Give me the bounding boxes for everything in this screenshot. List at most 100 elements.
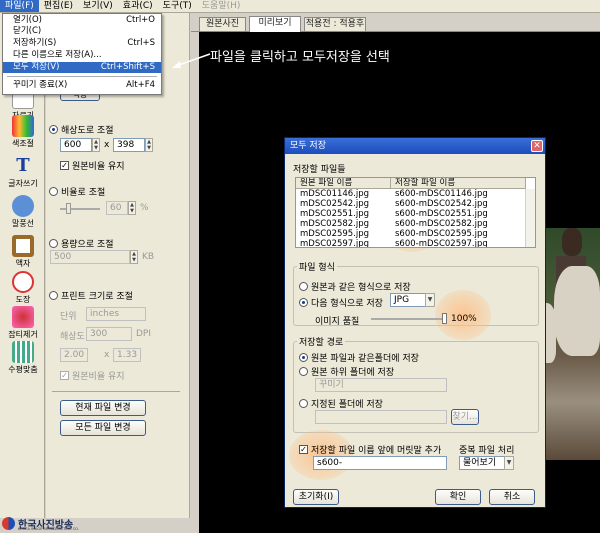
tool-text[interactable]: T 글자쓰기 xyxy=(4,153,42,193)
keep-ratio-option[interactable]: ✓ 원본비율 유지 xyxy=(60,159,125,172)
menubar: 파일(F) 편집(E) 보기(V) 효과(C) 도구(T) 도움말(H) xyxy=(0,0,600,13)
close-icon[interactable]: ✕ xyxy=(531,140,543,152)
file-original-name[interactable]: mDSC02542.jpg xyxy=(300,200,369,209)
tool-balloon[interactable]: 말풍선 xyxy=(4,193,42,233)
sub-folder-input[interactable]: 꾸미기 xyxy=(315,378,447,392)
capacity-radio[interactable] xyxy=(49,239,58,248)
sub-folder-radio[interactable] xyxy=(299,367,308,376)
file-list[interactable]: 원본 파일 이름 저장할 파일 이름 mDSC01146.jpg s600-mDS… xyxy=(295,177,536,248)
menu-edit[interactable]: 편집(E) xyxy=(39,0,78,12)
column-header-original[interactable]: 원본 파일 이름 xyxy=(296,178,391,189)
prefix-option[interactable]: ✓ 저장할 파일 이름 앞에 머릿말 추가 xyxy=(299,443,441,456)
tool-frame[interactable]: 액자 xyxy=(4,233,42,273)
width-spinner[interactable]: ▲ ▼ xyxy=(92,138,100,152)
height-input[interactable]: 398 xyxy=(113,138,145,152)
tab-preview[interactable]: 미리보기 xyxy=(249,16,301,32)
other-format-radio[interactable] xyxy=(299,298,308,307)
print-radio[interactable] xyxy=(49,291,58,300)
percent-unit: % xyxy=(140,203,149,213)
tool-level[interactable]: 수평맞춤 xyxy=(4,339,42,379)
ratio-input[interactable]: 60 xyxy=(106,201,128,215)
same-format-option[interactable]: 원본과 같은 형식으로 저장 xyxy=(299,280,411,293)
chevron-down-icon[interactable]: ▼ xyxy=(425,293,435,307)
callout-arrow-icon xyxy=(172,53,211,68)
print-width-input[interactable]: 2.00 xyxy=(60,348,88,362)
tab-before-after[interactable]: 적용전 : 적용후 xyxy=(304,17,366,31)
file-saved-name[interactable]: s600-mDSC02542.jpg xyxy=(395,200,488,209)
menu-file[interactable]: 파일(F) xyxy=(0,0,39,12)
prefix-input[interactable]: s600- xyxy=(313,456,447,470)
file-saved-name[interactable]: s600-mDSC02582.jpg xyxy=(395,220,488,229)
menu-item-save[interactable]: 저장하기(S) Ctrl+S xyxy=(3,38,161,49)
chosen-folder-option[interactable]: 지정된 폴더에 저장 xyxy=(299,397,383,410)
tool-stamp[interactable]: 도장 xyxy=(4,269,42,309)
width-input[interactable]: 600 xyxy=(60,138,92,152)
sub-folder-option[interactable]: 원본 하위 폴더에 저장 xyxy=(299,365,394,378)
chosen-folder-input[interactable] xyxy=(315,410,447,424)
duplicate-select[interactable]: 물어보기 xyxy=(459,456,507,470)
keep-ratio-checkbox[interactable]: ✓ xyxy=(60,161,69,170)
height-spinner[interactable]: ▲ ▼ xyxy=(145,138,153,152)
prefix-checkbox[interactable]: ✓ xyxy=(299,445,308,454)
reset-button[interactable]: 초기화(I) xyxy=(293,489,339,505)
cancel-button[interactable]: 취소 xyxy=(489,489,535,505)
file-original-name[interactable]: mDSC02595.jpg xyxy=(300,230,369,239)
file-original-name[interactable]: mDSC02582.jpg xyxy=(300,220,369,229)
ratio-radio[interactable] xyxy=(49,187,58,196)
format-select[interactable]: JPG xyxy=(390,293,428,307)
quality-label: 이미지 품질 xyxy=(315,317,360,327)
same-folder-option[interactable]: 원본 파일과 같은폴더에 저장 xyxy=(299,351,419,364)
tool-blemish[interactable]: 잡티제거 xyxy=(4,304,42,344)
ratio-spinner[interactable]: ▲ ▼ xyxy=(128,201,136,215)
file-original-name[interactable]: mDSC02597.jpg xyxy=(300,240,369,248)
menu-item-save-as[interactable]: 다른 이름으로 저장(A)... xyxy=(3,50,161,61)
tab-original[interactable]: 원본사진 xyxy=(199,17,246,31)
file-saved-name[interactable]: s600-mDSC02551.jpg xyxy=(395,210,488,219)
resolution-radio[interactable] xyxy=(49,125,58,134)
print-height-input[interactable]: 1.33 xyxy=(113,348,141,362)
same-format-radio[interactable] xyxy=(299,282,308,291)
file-saved-name[interactable]: s600-mDSC02595.jpg xyxy=(395,230,488,239)
menu-item-close[interactable]: 닫기(C) xyxy=(3,26,161,37)
dpi-select[interactable]: 300 xyxy=(86,327,132,341)
print-option[interactable]: 프린트 크기로 조절 xyxy=(49,289,133,302)
column-header-saved[interactable]: 저장할 파일 이름 xyxy=(391,178,526,189)
chosen-folder-radio[interactable] xyxy=(299,399,308,408)
change-all-files-button[interactable]: 모든 파일 변경 xyxy=(60,420,146,436)
browse-button[interactable]: 찾기... xyxy=(451,409,479,425)
same-folder-radio[interactable] xyxy=(299,353,308,362)
ratio-slider-thumb[interactable] xyxy=(66,203,71,214)
capacity-option[interactable]: 용량으로 조절 xyxy=(49,237,114,250)
unit-select[interactable]: inches xyxy=(86,307,146,321)
other-format-option[interactable]: 다음 형식으로 저장 xyxy=(299,296,383,309)
ratio-option[interactable]: 비율로 조절 xyxy=(49,185,105,198)
menu-item-exit[interactable]: 꾸미기 종료(X) Alt+F4 xyxy=(3,80,161,91)
chevron-down-icon[interactable]: ▼ xyxy=(504,456,514,470)
resolution-option[interactable]: 해상도로 조절 xyxy=(49,123,114,136)
ok-button[interactable]: 확인 xyxy=(435,489,481,505)
file-original-name[interactable]: mDSC01146.jpg xyxy=(300,190,369,199)
dialog-title: 모두 저장 xyxy=(285,138,545,154)
file-list-scrollbar[interactable] xyxy=(525,189,535,247)
capacity-spinner[interactable]: ▲ ▼ xyxy=(130,250,138,264)
tool-color[interactable]: 색조절 xyxy=(4,113,42,153)
menu-help[interactable]: 도움말(H) xyxy=(197,0,246,12)
tool-label: 말풍선 xyxy=(11,219,35,228)
file-saved-name[interactable]: s600-mDSC02597.jpg xyxy=(395,240,488,248)
tool-label: 액자 xyxy=(15,259,31,268)
menu-tools[interactable]: 도구(T) xyxy=(158,0,197,12)
menu-item-open[interactable]: 열기(O) Ctrl+O xyxy=(3,15,161,26)
menu-view[interactable]: 보기(V) xyxy=(78,0,118,12)
menu-effects[interactable]: 효과(C) xyxy=(118,0,158,12)
save-all-dialog: 모두 저장 ✕ 저장할 파일들 원본 파일 이름 저장할 파일 이름 mDSC0… xyxy=(284,137,546,508)
quality-slider-thumb[interactable] xyxy=(442,313,447,324)
change-current-file-button[interactable]: 현재 파일 변경 xyxy=(60,400,146,416)
menu-item-save-all[interactable]: 모두 저장(V) Ctrl+Shift+S xyxy=(3,62,161,73)
quality-slider[interactable] xyxy=(371,318,443,320)
print-keep-ratio-option[interactable]: ✓ 원본비율 유지 xyxy=(60,369,125,382)
file-original-name[interactable]: mDSC02551.jpg xyxy=(300,210,369,219)
print-keep-ratio-checkbox[interactable]: ✓ xyxy=(60,371,69,380)
file-saved-name[interactable]: s600-mDSC01146.jpg xyxy=(395,190,488,199)
capacity-input[interactable]: 500 xyxy=(50,250,130,264)
size-separator: x xyxy=(104,140,110,150)
